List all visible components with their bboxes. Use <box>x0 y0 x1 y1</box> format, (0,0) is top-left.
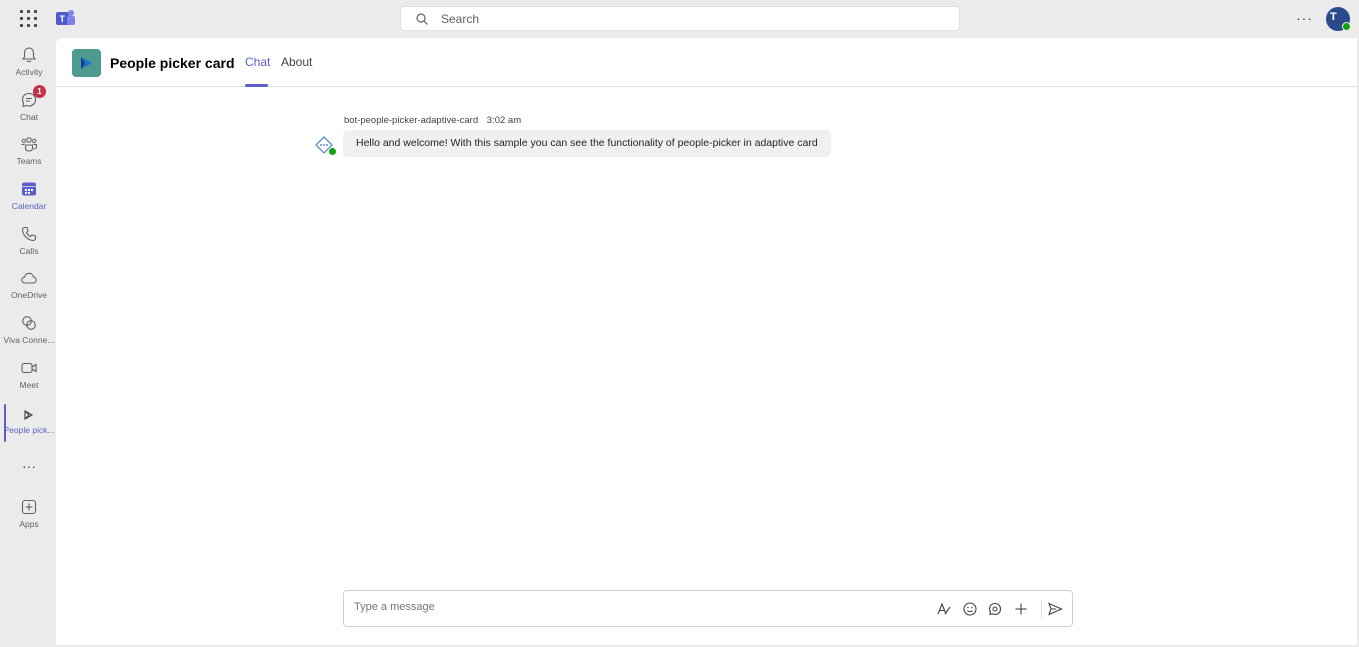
rail-label-chat: Chat <box>20 112 38 122</box>
bot-presence-icon <box>328 147 337 156</box>
app-bar: Activity 1 Chat Teams Calendar Calls One… <box>0 38 56 647</box>
calendar-icon <box>22 182 36 196</box>
send-icon[interactable] <box>1047 601 1063 617</box>
rail-label-onedrive: OneDrive <box>11 290 47 300</box>
cloud-icon <box>21 272 37 284</box>
rail-more-apps[interactable]: ··· <box>2 458 56 478</box>
teams-logo-icon: T <box>56 10 75 25</box>
svg-text:T: T <box>60 14 66 24</box>
more-apps-icon: ··· <box>22 458 36 474</box>
rail-item-meet[interactable]: Meet <box>2 359 56 401</box>
add-icon[interactable] <box>1013 601 1029 617</box>
search-icon <box>416 13 428 25</box>
rail-label-viva-connections: Viva Conne... <box>3 335 55 345</box>
search-box[interactable]: Search <box>400 6 960 31</box>
app-launcher-icon[interactable] <box>20 10 38 28</box>
rail-label-apps: Apps <box>19 519 39 529</box>
rail-item-viva-connections[interactable]: Viva Conne... <box>2 314 56 356</box>
rail-item-calendar[interactable]: Calendar <box>2 180 56 222</box>
viva-connections-icon <box>22 316 36 330</box>
emoji-icon[interactable] <box>962 601 978 617</box>
chat-header: People picker card Chat About <box>56 38 1357 87</box>
app-logo <box>72 49 101 77</box>
rail-item-onedrive[interactable]: OneDrive <box>2 269 56 311</box>
rail-label-calls: Calls <box>19 246 39 256</box>
bell-icon <box>21 47 37 63</box>
avatar-initial: T <box>1330 11 1337 23</box>
rail-item-activity[interactable]: Activity <box>2 46 56 88</box>
message-bubble: Hello and welcome! With this sample you … <box>343 130 831 157</box>
people-picker-app-icon <box>24 410 34 420</box>
video-camera-icon <box>21 362 37 374</box>
presence-available-icon <box>1342 22 1351 31</box>
tab-about[interactable]: About <box>281 55 312 69</box>
search-placeholder: Search <box>441 12 480 26</box>
message-meta: bot-people-picker-adaptive-card 3:02 am <box>344 115 521 126</box>
chat-unread-badge: 1 <box>33 85 46 98</box>
active-tab-indicator <box>245 84 268 87</box>
message-sender: bot-people-picker-adaptive-card <box>344 115 479 126</box>
compose-divider <box>1041 600 1042 618</box>
rail-item-chat[interactable]: 1 Chat <box>2 85 56 133</box>
rail-label-activity: Activity <box>15 67 43 77</box>
phone-icon <box>21 226 37 242</box>
loop-component-icon[interactable] <box>987 601 1003 617</box>
teams-icon <box>21 137 37 152</box>
rail-item-teams[interactable]: Teams <box>2 135 56 177</box>
message-time: 3:02 am <box>486 115 522 126</box>
title-bar: T Search ··· T <box>0 0 1359 38</box>
page-title: People picker card <box>110 55 235 71</box>
rail-label-teams: Teams <box>16 156 42 166</box>
tab-chat[interactable]: Chat <box>245 55 270 69</box>
rail-item-people-picker[interactable]: People pick... <box>2 408 56 450</box>
people-picker-logo-icon <box>81 57 92 69</box>
rail-label-people-picker: People pick... <box>3 425 55 435</box>
message-input[interactable] <box>354 601 914 613</box>
add-apps-icon <box>21 499 37 515</box>
more-options-icon[interactable]: ··· <box>1296 10 1313 26</box>
format-icon[interactable] <box>936 601 952 617</box>
rail-label-calendar: Calendar <box>11 201 47 211</box>
main-pane: People picker card Chat About bot-people… <box>56 38 1357 645</box>
compose-box <box>343 590 1073 627</box>
rail-label-meet: Meet <box>19 380 39 390</box>
rail-item-calls[interactable]: Calls <box>2 225 56 267</box>
rail-item-apps[interactable]: Apps <box>2 498 56 540</box>
